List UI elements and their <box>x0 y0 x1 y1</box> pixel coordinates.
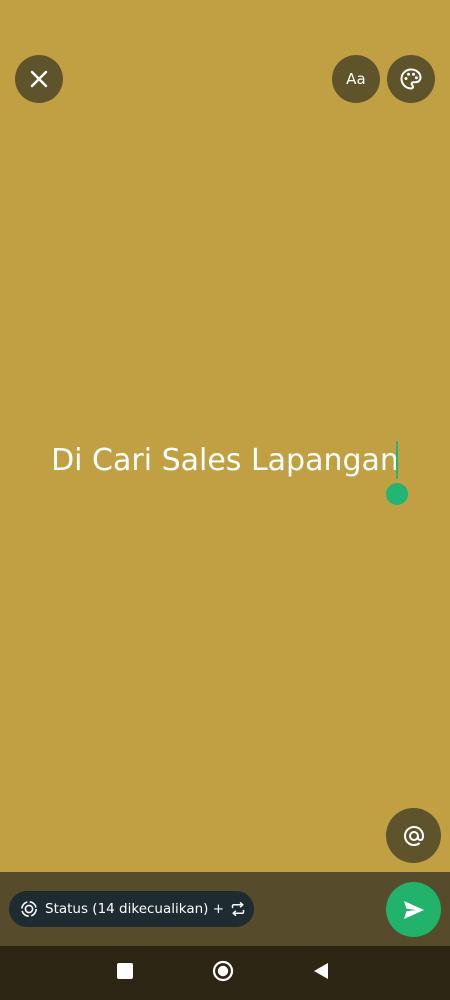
back-button[interactable] <box>312 961 330 981</box>
recents-button[interactable] <box>117 963 133 979</box>
font-style-label: Aa <box>346 70 366 88</box>
background-color-button[interactable] <box>387 55 435 103</box>
text-cursor <box>396 441 398 479</box>
home-button[interactable] <box>212 960 234 982</box>
mention-button[interactable] <box>386 808 441 863</box>
circle-home-icon <box>212 960 234 982</box>
palette-icon <box>400 68 422 90</box>
triangle-back-icon <box>314 963 328 979</box>
font-style-button[interactable]: Aa <box>332 55 380 103</box>
status-text-input[interactable]: Di Cari Sales Lapangan <box>0 436 450 486</box>
repeat-icon <box>231 902 245 916</box>
close-icon <box>30 70 48 88</box>
cursor-handle[interactable] <box>386 483 408 505</box>
send-button[interactable] <box>386 882 441 937</box>
close-button[interactable] <box>15 55 63 103</box>
audience-label: Status (14 dikecualikan) + <box>45 901 225 917</box>
status-compose-screen: Aa Di Cari Sales Lapangan Status (14 dik… <box>0 0 450 1000</box>
send-icon <box>403 900 424 919</box>
at-sign-icon <box>403 825 424 846</box>
status-icon <box>21 901 37 917</box>
status-audience-chip[interactable]: Status (14 dikecualikan) + <box>9 891 254 927</box>
